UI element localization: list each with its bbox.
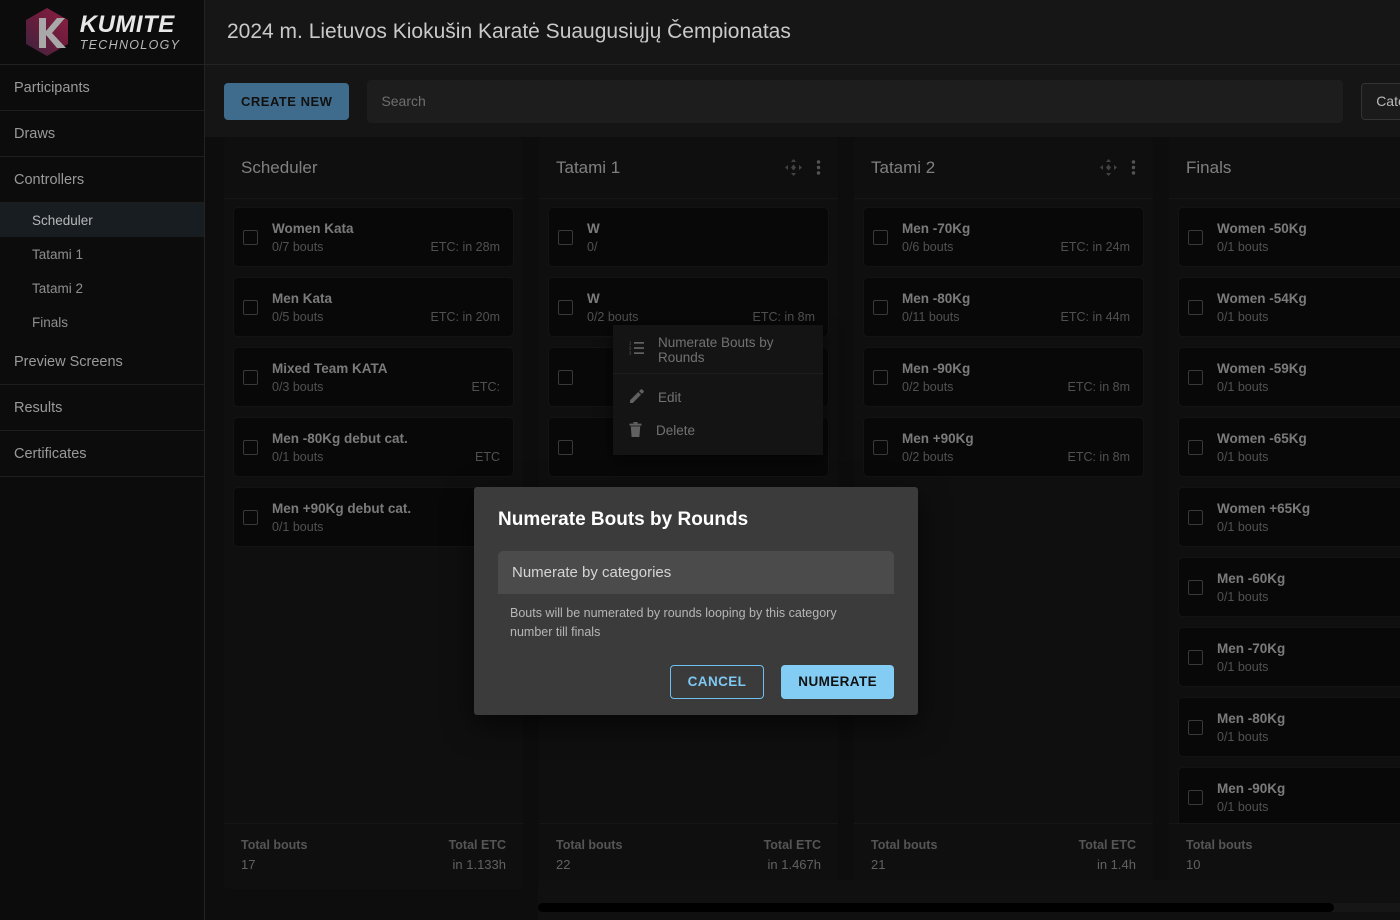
page-title: 2024 m. Lietuvos Kiokušin Karatė Suaugus…: [227, 20, 791, 44]
cancel-button[interactable]: CANCEL: [670, 665, 765, 699]
app-root: KUMITE TECHNOLOGY Participants Draws Con…: [0, 0, 1400, 920]
sidebar-item-draws[interactable]: Draws: [0, 111, 204, 157]
sidebar: KUMITE TECHNOLOGY Participants Draws Con…: [0, 0, 205, 920]
sidebar-item-label: Results: [14, 400, 62, 416]
sidebar-item-label: Tatami 2: [32, 281, 83, 296]
sidebar-item-results[interactable]: Results: [0, 385, 204, 431]
dialog-hint-text: Bouts will be numerated by rounds loopin…: [498, 594, 894, 642]
create-new-button[interactable]: CREATE NEW: [224, 83, 349, 120]
sidebar-item-label: Preview Screens: [14, 354, 123, 370]
sidebar-item-scheduler[interactable]: Scheduler: [0, 203, 204, 237]
toolbar: CREATE NEW Category: [205, 65, 1400, 137]
brand-tagline: TECHNOLOGY: [80, 39, 181, 52]
top-header-bar: 2024 m. Lietuvos Kiokušin Karatė Suaugus…: [205, 0, 1400, 65]
sidebar-item-label: Tatami 1: [32, 247, 83, 262]
brand-logo[interactable]: KUMITE TECHNOLOGY: [0, 0, 204, 65]
sidebar-item-label: Finals: [32, 315, 68, 330]
numerate-by-categories-input[interactable]: Numerate by categories: [498, 551, 894, 594]
numerate-confirm-button[interactable]: NUMERATE: [781, 665, 894, 699]
scheduler-board: Scheduler Women Kata 0/7 bouts ETC: in 2…: [205, 137, 1400, 920]
sidebar-item-tatami-1[interactable]: Tatami 1: [0, 237, 204, 271]
sidebar-item-controllers[interactable]: Controllers: [0, 157, 204, 203]
brand-wordmark: KUMITE TECHNOLOGY: [80, 13, 181, 52]
sidebar-item-finals[interactable]: Finals: [0, 305, 204, 339]
category-filter-label: Category: [1376, 93, 1400, 109]
dialog-actions: CANCEL NUMERATE: [498, 665, 894, 699]
sidebar-item-preview-screens[interactable]: Preview Screens: [0, 339, 204, 385]
sidebar-item-label: Certificates: [14, 446, 87, 462]
sidebar-item-label: Draws: [14, 126, 55, 142]
main-area: 2024 m. Lietuvos Kiokušin Karatė Suaugus…: [205, 0, 1400, 920]
sidebar-item-label: Participants: [14, 80, 90, 96]
search-input[interactable]: [367, 80, 1343, 123]
dialog-title: Numerate Bouts by Rounds: [498, 509, 894, 531]
sidebar-item-participants[interactable]: Participants: [0, 65, 204, 111]
kumite-hexagon-icon: [24, 7, 70, 57]
sidebar-item-label: Scheduler: [32, 213, 93, 228]
sidebar-item-certificates[interactable]: Certificates: [0, 431, 204, 477]
numerate-dialog: Numerate Bouts by Rounds Numerate by cat…: [474, 487, 918, 715]
category-filter-button[interactable]: Category: [1361, 83, 1400, 120]
sidebar-item-tatami-2[interactable]: Tatami 2: [0, 271, 204, 305]
sidebar-item-label: Controllers: [14, 172, 84, 188]
brand-name: KUMITE: [80, 13, 181, 37]
